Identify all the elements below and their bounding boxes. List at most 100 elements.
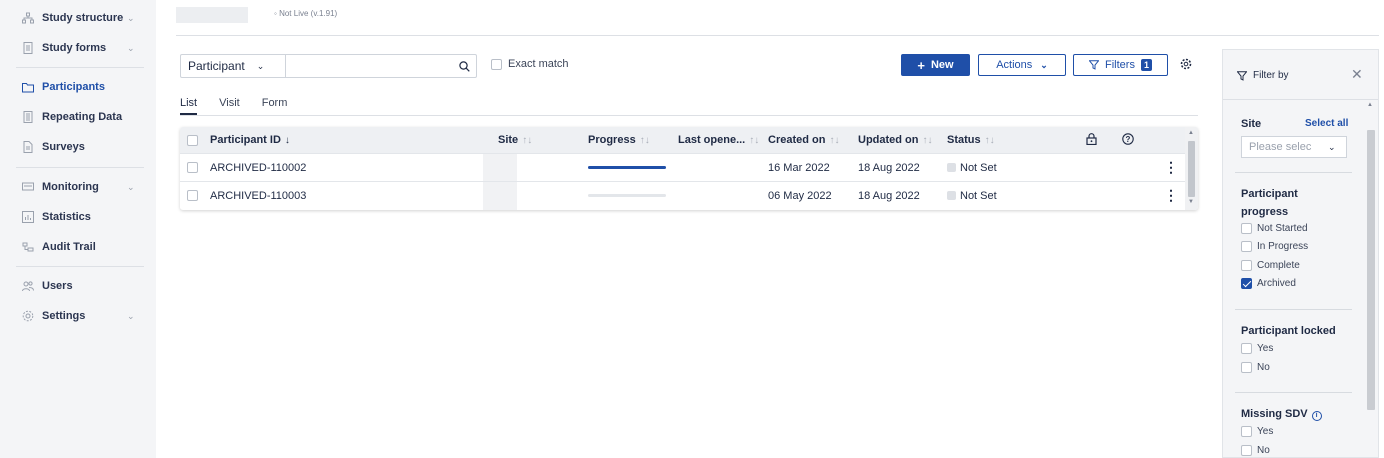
search-group: Participant ⌄ bbox=[180, 54, 477, 78]
participants-table: Participant ID ↓ Site ↑↓ Progress ↑↓ Last o… bbox=[180, 127, 1198, 210]
sidebar-item-participants[interactable]: Participants bbox=[0, 75, 156, 99]
column-progress[interactable]: Progress ↑↓ bbox=[588, 134, 650, 146]
chevron-down-icon: ⌄ bbox=[1328, 141, 1336, 152]
exact-match-checkbox[interactable] bbox=[491, 58, 502, 70]
filter-divider bbox=[1235, 172, 1352, 173]
sidebar-item-study-structure[interactable]: Study structure ⌄ bbox=[0, 6, 156, 30]
status-dot-icon bbox=[947, 163, 956, 172]
sidebar-item-audit-trail[interactable]: Audit Trail bbox=[0, 235, 156, 259]
filter-option-locked-yes[interactable]: Yes bbox=[1241, 343, 1273, 354]
table-row[interactable]: ARCHIVED-110003 06 May 2022 18 Aug 2022 … bbox=[180, 181, 1185, 210]
sidebar-item-monitoring[interactable]: Monitoring ⌄ bbox=[0, 175, 156, 199]
study-name-redacted bbox=[176, 7, 248, 23]
option-checkbox[interactable] bbox=[1241, 223, 1252, 234]
sidebar-item-statistics[interactable]: Statistics bbox=[0, 205, 156, 229]
select-all-checkbox[interactable] bbox=[187, 135, 198, 146]
select-all-link[interactable]: Select all bbox=[1305, 118, 1348, 129]
sidebar-divider bbox=[16, 167, 144, 168]
scroll-down-icon[interactable]: ▼ bbox=[1188, 199, 1194, 205]
sort-icon: ↑↓ bbox=[522, 135, 533, 146]
version-status: ◦ Not Live (v.1.91) bbox=[274, 9, 338, 18]
sidebar-item-label: Users bbox=[42, 280, 73, 292]
column-updated-on[interactable]: Updated on ↑↓ bbox=[858, 134, 933, 146]
column-help[interactable]: ? bbox=[1122, 133, 1134, 148]
tab-visit[interactable]: Visit bbox=[219, 97, 240, 115]
site-select[interactable]: Please selec ⌄ bbox=[1241, 136, 1347, 158]
updated-on-cell: 18 Aug 2022 bbox=[858, 162, 920, 174]
option-checkbox[interactable] bbox=[1241, 343, 1252, 354]
scroll-up-icon[interactable]: ▲ bbox=[1367, 102, 1373, 108]
filter-option-complete[interactable]: Complete bbox=[1241, 260, 1300, 271]
filter-option-sdv-no[interactable]: No bbox=[1241, 445, 1270, 456]
table-settings-button[interactable] bbox=[1180, 58, 1192, 70]
folder-icon bbox=[22, 81, 34, 93]
sidebar-item-settings[interactable]: Settings ⌄ bbox=[0, 304, 156, 328]
monitor-icon bbox=[22, 181, 34, 193]
option-checkbox[interactable] bbox=[1241, 426, 1252, 437]
scroll-up-icon[interactable]: ▲ bbox=[1188, 130, 1194, 136]
tab-form[interactable]: Form bbox=[262, 97, 288, 115]
filters-button[interactable]: Filters 1 bbox=[1073, 54, 1168, 76]
sidebar-item-repeating-data[interactable]: Repeating Data bbox=[0, 105, 156, 129]
column-last-opened[interactable]: Last opene... ↑↓ bbox=[678, 134, 759, 146]
search-button[interactable] bbox=[452, 55, 476, 77]
row-checkbox[interactable] bbox=[187, 162, 198, 173]
sort-icon: ↑↓ bbox=[829, 135, 840, 146]
sidebar-divider bbox=[16, 266, 144, 267]
sidebar-item-label: Settings bbox=[42, 310, 86, 322]
sidebar-item-label: Audit Trail bbox=[42, 241, 96, 253]
column-created-on[interactable]: Created on ↑↓ bbox=[768, 134, 839, 146]
table-row[interactable]: ARCHIVED-110002 16 Mar 2022 18 Aug 2022 … bbox=[180, 153, 1185, 182]
exact-match-toggle[interactable]: Exact match bbox=[491, 58, 569, 70]
sidebar: Study structure ⌄ Study forms ⌄ Particip… bbox=[0, 0, 156, 458]
hierarchy-icon bbox=[22, 12, 34, 24]
option-checkbox[interactable] bbox=[1241, 362, 1252, 373]
option-checkbox[interactable] bbox=[1241, 241, 1252, 252]
filter-option-archived[interactable]: Archived bbox=[1241, 278, 1296, 289]
column-locked[interactable] bbox=[1086, 133, 1097, 148]
gear-icon bbox=[1180, 58, 1192, 70]
filter-locked-title: Participant locked bbox=[1241, 325, 1336, 337]
table-header: Participant ID ↓ Site ↑↓ Progress ↑↓ Last o… bbox=[180, 127, 1198, 153]
filter-option-sdv-yes[interactable]: Yes bbox=[1241, 426, 1273, 437]
option-checkbox[interactable] bbox=[1241, 260, 1252, 271]
actions-button[interactable]: Actions ⌄ bbox=[978, 54, 1066, 76]
participant-id-cell[interactable]: ARCHIVED-110003 bbox=[210, 190, 306, 202]
filter-option-in-progress[interactable]: In Progress bbox=[1241, 241, 1308, 252]
column-site[interactable]: Site ↑↓ bbox=[498, 134, 532, 146]
sort-icon: ↑↓ bbox=[922, 135, 933, 146]
table-scrollbar[interactable]: ▲ ▼ bbox=[1185, 127, 1198, 210]
users-icon bbox=[22, 280, 34, 292]
close-icon[interactable]: ✕ bbox=[1351, 66, 1363, 83]
option-checkbox-checked[interactable] bbox=[1241, 278, 1252, 289]
info-icon[interactable]: i bbox=[1311, 411, 1322, 421]
filter-option-locked-no[interactable]: No bbox=[1241, 362, 1270, 373]
sidebar-item-users[interactable]: Users bbox=[0, 274, 156, 298]
scrollbar-thumb[interactable] bbox=[1367, 130, 1375, 410]
help-icon: ? bbox=[1122, 133, 1134, 145]
row-menu-icon[interactable]: ⋮ bbox=[1164, 160, 1178, 174]
scrollbar-thumb[interactable] bbox=[1188, 141, 1195, 197]
search-icon bbox=[458, 60, 470, 72]
row-menu-icon[interactable]: ⋮ bbox=[1164, 188, 1178, 202]
search-scope-select[interactable]: Participant ⌄ bbox=[181, 55, 286, 77]
sidebar-item-label: Study forms bbox=[42, 42, 107, 54]
filter-panel-header: Filter by ✕ bbox=[1223, 50, 1378, 100]
column-status[interactable]: Status ↑↓ bbox=[947, 134, 995, 146]
option-checkbox[interactable] bbox=[1241, 445, 1252, 456]
sidebar-item-surveys[interactable]: Surveys bbox=[0, 135, 156, 159]
tab-list[interactable]: List bbox=[180, 97, 198, 115]
progress-bar bbox=[588, 166, 666, 169]
header-divider bbox=[176, 35, 1379, 36]
new-button[interactable]: + New bbox=[901, 54, 970, 76]
row-checkbox[interactable] bbox=[187, 190, 198, 201]
filter-scrollbar[interactable]: ▲ bbox=[1364, 102, 1376, 458]
chart-icon bbox=[22, 211, 34, 223]
chevron-down-icon: ⌄ bbox=[1040, 59, 1048, 70]
status-dot-icon: ◦ bbox=[274, 9, 277, 18]
search-input[interactable] bbox=[286, 55, 452, 77]
sidebar-item-study-forms[interactable]: Study forms ⌄ bbox=[0, 36, 156, 60]
column-participant-id[interactable]: Participant ID ↓ bbox=[210, 134, 290, 146]
filter-option-not-started[interactable]: Not Started bbox=[1241, 223, 1308, 234]
participant-id-cell[interactable]: ARCHIVED-110002 bbox=[210, 162, 306, 174]
